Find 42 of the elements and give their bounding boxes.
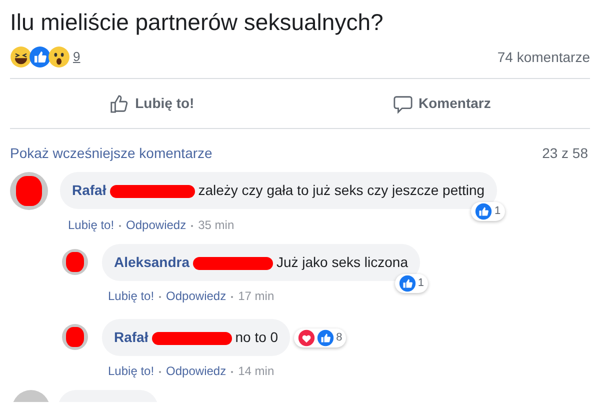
comment-time: 35 min [198, 218, 234, 232]
like-link[interactable]: Lubię to! [68, 218, 114, 232]
show-more-comments-link[interactable]: Pokaż wcześniejsze komentarze [10, 143, 212, 164]
haha-face-icon [10, 46, 32, 68]
reaction-badge[interactable]: 8 [294, 328, 346, 347]
reaction-badge[interactable]: 1 [471, 202, 505, 221]
like-button[interactable]: Lubię to! [101, 89, 202, 118]
redaction-mark [66, 252, 84, 272]
thumbs-up-icon [398, 275, 416, 292]
reaction-count: 1 [494, 204, 501, 220]
comment-button[interactable]: Komentarz [384, 89, 499, 118]
author-name[interactable]: Rafał [114, 329, 148, 345]
avatar[interactable] [62, 324, 88, 350]
post-title: Ilu mieliście partnerów seksualnych? [10, 8, 384, 36]
reaction-count: 1 [418, 276, 424, 292]
comment-text: Już jako seks liczona [276, 254, 408, 270]
thumbs-up-icon [317, 329, 334, 346]
redaction-mark [66, 326, 84, 348]
comment-text: zależy czy gała to już seks czy jeszcze petting [198, 182, 485, 198]
comment-position: 23 z 58 [542, 144, 588, 163]
surprised-face-icon [48, 46, 70, 68]
reply-link[interactable]: Odpowiedz [166, 289, 226, 303]
avatar[interactable] [62, 249, 88, 275]
like-link[interactable]: Lubię to! [108, 364, 154, 378]
thumbs-up-icon [29, 46, 51, 68]
reply-link[interactable]: Odpowiedz [166, 364, 226, 378]
reaction-count: 8 [336, 330, 342, 346]
reaction-badge[interactable]: 1 [394, 274, 428, 293]
speech-bubble-icon [392, 94, 412, 114]
author-name[interactable]: Rafał [72, 182, 106, 198]
like-link[interactable]: Lubię to! [108, 289, 154, 303]
thumbs-up-icon [475, 203, 492, 220]
author-name[interactable]: Aleksandra [114, 254, 190, 270]
comment-time: 17 min [238, 289, 274, 303]
reply-link[interactable]: Odpowiedz [126, 218, 186, 232]
thumbs-up-icon [109, 94, 130, 114]
redaction-mark [16, 176, 42, 206]
comment-text: no to 0 [235, 329, 278, 345]
avatar[interactable] [10, 172, 48, 210]
comment-time: 14 min [238, 364, 274, 378]
reaction-count[interactable]: 9 [73, 47, 80, 67]
comment-count[interactable]: 74 komentarze [497, 46, 590, 68]
